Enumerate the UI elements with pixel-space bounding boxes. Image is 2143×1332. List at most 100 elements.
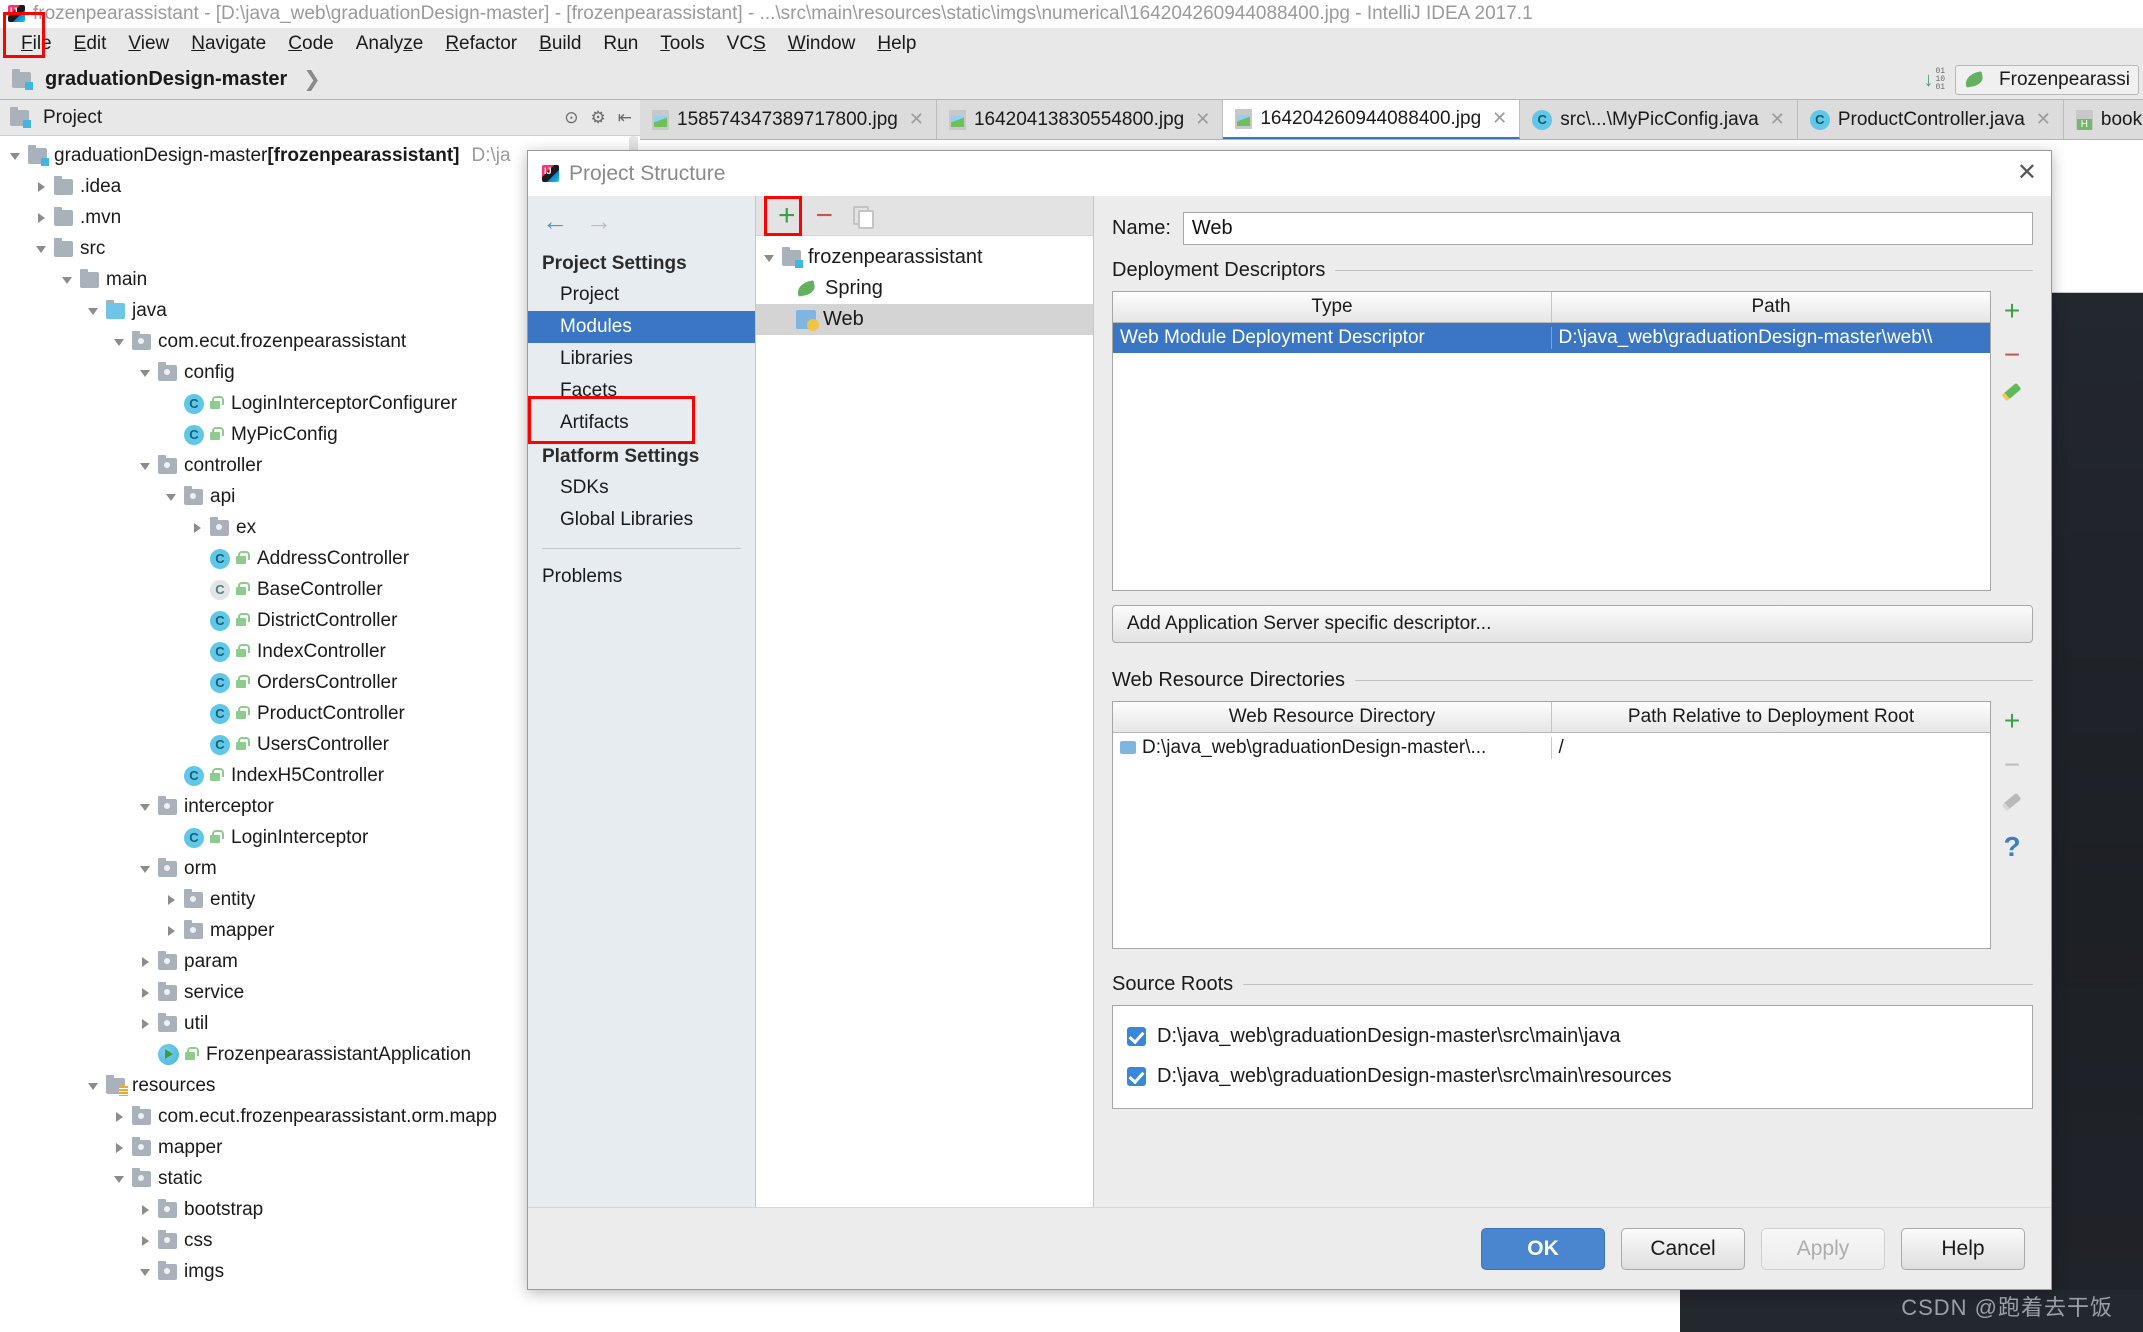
download-bits-icon[interactable]: ↓ 01 10 01: [1923, 68, 1945, 92]
remove-minus-icon[interactable]: −: [2004, 341, 2020, 369]
editor-tab[interactable]: book.h: [2063, 100, 2143, 139]
deployment-descriptors-table[interactable]: Type Path Web Module Deployment Descript…: [1112, 291, 1991, 591]
menu-view[interactable]: View: [117, 30, 180, 58]
close-icon[interactable]: ✕: [909, 109, 924, 130]
close-icon[interactable]: ✕: [2017, 161, 2037, 185]
chevron-down-icon[interactable]: [86, 303, 102, 319]
checkbox-checked-icon[interactable]: [1127, 1026, 1146, 1046]
web-resource-directories-table[interactable]: Web Resource Directory Path Relative to …: [1112, 701, 1991, 949]
sidebar-item-problems[interactable]: Problems: [528, 561, 755, 593]
chevron-down-icon[interactable]: [86, 1078, 102, 1094]
menu-navigate[interactable]: Navigate: [180, 30, 277, 58]
close-icon[interactable]: ✕: [1770, 109, 1785, 130]
menu-tools[interactable]: Tools: [649, 30, 715, 58]
arrow-forward-icon[interactable]: →: [586, 208, 612, 234]
module-tree-node-root[interactable]: frozenpearassistant: [756, 242, 1093, 273]
collapse-all-icon[interactable]: ⊙: [564, 108, 578, 128]
remove-minus-icon[interactable]: −: [2004, 751, 2020, 779]
chevron-right-icon[interactable]: [34, 179, 50, 195]
project-structure-dialog: Project Structure ✕ ← → Project Settings…: [527, 150, 2052, 1290]
menu-edit[interactable]: Edit: [63, 30, 118, 58]
add-plus-icon[interactable]: +: [2004, 297, 2020, 325]
menu-analyze[interactable]: Analyze: [345, 30, 435, 58]
chevron-right-icon[interactable]: [138, 954, 154, 970]
module-tree-node-web[interactable]: Web: [756, 304, 1093, 335]
menu-code[interactable]: Code: [277, 30, 344, 58]
sidebar-item-project[interactable]: Project: [528, 279, 755, 311]
chevron-right-icon[interactable]: [138, 985, 154, 1001]
checkbox-checked-icon[interactable]: [1127, 1066, 1146, 1086]
editor-tab[interactable]: Csrc\...\MyPicConfig.java ✕: [1520, 100, 1798, 139]
remove-minus-icon[interactable]: −: [816, 200, 834, 231]
chevron-down-icon[interactable]: [164, 489, 180, 505]
tree-node-label: imgs: [184, 1260, 225, 1282]
chevron-right-icon[interactable]: [164, 892, 180, 908]
close-icon[interactable]: ✕: [2036, 109, 2051, 130]
menu-build[interactable]: Build: [528, 30, 592, 58]
edit-pencil-icon[interactable]: [2001, 795, 2023, 817]
add-plus-icon[interactable]: +: [2004, 707, 2020, 735]
ok-button[interactable]: OK: [1481, 1227, 1605, 1270]
table-row[interactable]: Web Module Deployment Descriptor D:\java…: [1113, 323, 1990, 353]
editor-tab[interactable]: 158574347389717800.jpg ✕: [640, 100, 937, 139]
chevron-right-icon[interactable]: [112, 1109, 128, 1125]
menu-refactor[interactable]: Refactor: [434, 30, 528, 58]
menu-window[interactable]: Window: [777, 30, 867, 58]
sidebar-item-modules[interactable]: Modules: [528, 311, 755, 343]
chevron-down-icon[interactable]: [8, 148, 24, 164]
chevron-down-icon[interactable]: [60, 272, 76, 288]
chevron-right-icon[interactable]: [34, 210, 50, 226]
help-button[interactable]: Help: [1901, 1227, 2025, 1270]
module-tree-node-spring[interactable]: Spring: [756, 273, 1093, 304]
dialog-titlebar: Project Structure ✕: [528, 151, 2051, 196]
list-item[interactable]: D:\java_web\graduationDesign-master\src\…: [1127, 1056, 2018, 1096]
sidebar-item-artifacts[interactable]: Artifacts: [528, 407, 755, 439]
chevron-down-icon[interactable]: [138, 861, 154, 877]
module-name-input[interactable]: Web: [1182, 212, 2033, 245]
sidebar-item-facets[interactable]: Facets: [528, 375, 755, 407]
chevron-down-icon[interactable]: [138, 365, 154, 381]
editor-tab[interactable]: 16420413830554800.jpg ✕: [936, 100, 1224, 139]
chevron-down-icon[interactable]: [112, 334, 128, 350]
cancel-button[interactable]: Cancel: [1621, 1227, 1745, 1270]
menu-run[interactable]: Run: [592, 30, 649, 58]
table-row[interactable]: D:\java_web\graduationDesign-master\... …: [1113, 733, 1990, 763]
chevron-down-icon[interactable]: [762, 250, 778, 266]
list-item[interactable]: D:\java_web\graduationDesign-master\src\…: [1127, 1016, 2018, 1056]
copy-icon[interactable]: [853, 205, 875, 229]
chevron-right-icon[interactable]: [190, 520, 206, 536]
sidebar-item-libraries[interactable]: Libraries: [528, 343, 755, 375]
hide-icon[interactable]: ⇤: [618, 108, 632, 128]
menu-vcs[interactable]: VCS: [716, 30, 777, 58]
chevron-down-icon[interactable]: [138, 1264, 154, 1280]
editor-tab[interactable]: 164204260944088400.jpg ✕: [1223, 100, 1521, 139]
editor-tab[interactable]: C ProductController.java ✕: [1797, 100, 2064, 139]
chevron-right-icon[interactable]: [164, 923, 180, 939]
sidebar-item-global-libraries[interactable]: Global Libraries: [528, 504, 755, 536]
sidebar-item-sdks[interactable]: SDKs: [528, 472, 755, 504]
source-roots-group: Source Roots D:\java_web\graduationDesig…: [1112, 973, 2033, 1109]
chevron-down-icon[interactable]: [34, 241, 50, 257]
edit-pencil-icon[interactable]: [2001, 385, 2023, 407]
chevron-right-icon[interactable]: [138, 1233, 154, 1249]
close-icon[interactable]: ✕: [1492, 108, 1507, 129]
menu-file[interactable]: File: [10, 30, 63, 58]
settings-gear-icon[interactable]: ⚙: [591, 108, 606, 128]
chevron-right-icon[interactable]: [112, 1140, 128, 1156]
add-app-server-descriptor-button[interactable]: Add Application Server specific descript…: [1112, 605, 2033, 643]
arrow-back-icon[interactable]: ←: [542, 208, 568, 234]
chevron-down-icon[interactable]: [138, 799, 154, 815]
chevron-right-icon[interactable]: [138, 1202, 154, 1218]
breadcrumb[interactable]: graduationDesign-master ❯: [12, 67, 321, 92]
chevron-down-icon[interactable]: [138, 458, 154, 474]
java-class-icon: C: [210, 734, 230, 755]
close-icon[interactable]: ✕: [1195, 109, 1210, 130]
run-configuration-selector[interactable]: Frozenpearassi: [1955, 65, 2139, 95]
chevron-right-icon[interactable]: [138, 1016, 154, 1032]
chevron-down-icon[interactable]: [112, 1171, 128, 1187]
help-question-icon[interactable]: ?: [2003, 833, 2020, 861]
add-plus-icon[interactable]: +: [778, 200, 796, 231]
menu-help[interactable]: Help: [866, 30, 927, 58]
module-tree[interactable]: frozenpearassistant Spring Web: [756, 236, 1093, 335]
tree-node-label: com.ecut.frozenpearassistant.orm.mapp: [158, 1105, 497, 1127]
